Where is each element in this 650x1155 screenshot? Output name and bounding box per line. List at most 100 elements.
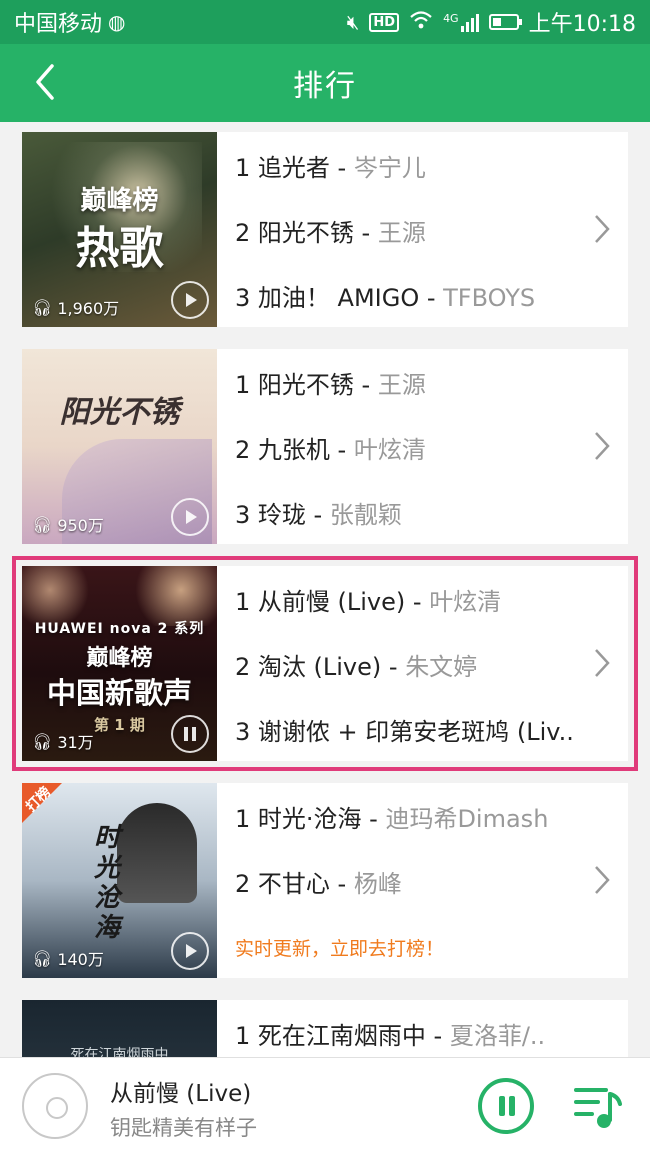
network-type: 4G <box>443 12 459 25</box>
now-playing-title: 从前慢 (Live) <box>110 1081 252 1107</box>
song-title: 3 谢谢侬 + 印第安老斑鸠 (Liv.. <box>235 718 574 746</box>
chevron-right-icon <box>595 649 610 677</box>
cover-title: 阳光不锈 <box>59 395 180 430</box>
song-row[interactable]: 1 阳光不锈 - 王源 <box>235 353 628 418</box>
play-count: 🎧︎ 31万 <box>32 729 94 753</box>
play-icon <box>186 944 197 958</box>
play-button[interactable] <box>171 281 209 319</box>
chart-card-hot-songs[interactable]: 巅峰榜 热歌 🎧︎ 1,960万 1 追光者 - 岑宁儿 2 阳光不锈 - 王源… <box>22 132 628 327</box>
headphones-icon: 🎧︎ <box>32 731 53 751</box>
song-title: 1 阳光不锈 <box>235 371 354 399</box>
play-button[interactable] <box>171 932 209 970</box>
song-artist: TFBOYS <box>443 284 536 312</box>
player-pause-button[interactable] <box>478 1078 534 1134</box>
battery-icon <box>488 14 522 30</box>
mute-icon: 🔇︎ <box>346 10 360 34</box>
signal-icon: 4G <box>443 12 479 32</box>
song-row[interactable]: 1 死在江南烟雨中 - 夏洛菲/.. <box>235 1004 628 1057</box>
song-title: 3 加油！ AMIGO <box>235 284 420 312</box>
song-title: 1 死在江南烟雨中 <box>235 1022 426 1050</box>
mini-player[interactable]: 从前慢 (Live) 钥匙精美有样子 <box>0 1057 650 1155</box>
song-artist: 杨峰 <box>353 870 402 898</box>
play-count-value: 31万 <box>57 733 94 752</box>
pause-button[interactable] <box>171 715 209 753</box>
song-row[interactable]: 1 时光·沧海 - 迪玛希Dimash <box>235 787 628 852</box>
song-list: 1 死在江南烟雨中 - 夏洛菲/.. <box>217 1000 628 1057</box>
cover-title: 中国新歌声 <box>46 676 192 710</box>
song-row[interactable]: 3 谢谢侬 + 印第安老斑鸠 (Liv.. <box>235 700 628 765</box>
song-title: 1 从前慢 (Live) <box>235 588 406 616</box>
chevron-right-icon <box>595 215 610 243</box>
status-bar: 中国移动 ◍ 🔇︎ HD 4G 上午10:18 <box>0 0 650 44</box>
chart-card-vote[interactable]: 打榜 时光沧海 🎧︎ 140万 1 时光·沧海 - 迪玛希Dimash 2 不甘… <box>22 783 628 978</box>
hd-badge: HD <box>369 12 400 32</box>
song-row[interactable]: 3 玲珑 - 张靓颖 <box>235 483 628 548</box>
carrier: 中国移动 ◍ <box>14 6 125 38</box>
chart-cover: HUAWEI nova 2 系列 巅峰榜 中国新歌声 第 1 期 🎧︎ 31万 <box>22 566 217 761</box>
pause-icon <box>184 727 196 741</box>
headphones-icon: 🎧︎ <box>32 297 53 317</box>
app-header: 排行 <box>0 44 650 122</box>
chart-list[interactable]: 巅峰榜 热歌 🎧︎ 1,960万 1 追光者 - 岑宁儿 2 阳光不锈 - 王源… <box>0 122 650 1057</box>
song-row[interactable]: 2 不甘心 - 杨峰 <box>235 852 628 917</box>
song-artist: 王源 <box>377 371 426 399</box>
cover-title: 时光沧海 <box>94 823 121 943</box>
song-row[interactable]: 3 加油！ AMIGO - TFBOYS <box>235 266 628 331</box>
playlist-icon[interactable] <box>572 1082 624 1132</box>
song-artist: 迪玛希Dimash <box>385 805 549 833</box>
play-count: 🎧︎ 1,960万 <box>32 295 119 319</box>
song-list: 1 从前慢 (Live) - 叶炫清 2 淘汰 (Live) - 朱文婷 3 谢… <box>217 566 628 761</box>
chart-cover: 死在江南烟雨中 <box>22 1000 217 1057</box>
back-button[interactable] <box>28 62 68 102</box>
song-row[interactable]: 2 九张机 - 叶炫清 <box>235 418 628 483</box>
chart-cover: 阳光不锈 🎧︎ 950万 <box>22 349 217 544</box>
song-title: 2 九张机 <box>235 436 330 464</box>
chevron-right-icon <box>595 866 610 894</box>
clock: 上午10:18 <box>528 12 636 37</box>
cover-brand: HUAWEI nova 2 系列 <box>34 621 205 637</box>
play-button[interactable] <box>171 498 209 536</box>
song-title: 3 玲珑 <box>235 501 306 529</box>
song-list: 1 阳光不锈 - 王源 2 九张机 - 叶炫清 3 玲珑 - 张靓颖 <box>217 349 628 544</box>
now-playing-subtitle: 钥匙精美有样子 <box>110 1116 257 1140</box>
chart-card-jiangnan[interactable]: 死在江南烟雨中 1 死在江南烟雨中 - 夏洛菲/.. <box>22 1000 628 1057</box>
song-row[interactable]: 1 从前慢 (Live) - 叶炫清 <box>235 570 628 635</box>
song-title: 2 淘汰 (Live) <box>235 653 382 681</box>
cover-subtitle: 巅峰榜 <box>86 646 153 671</box>
song-artist: 叶炫清 <box>429 588 502 616</box>
chart-card-sunshine[interactable]: 阳光不锈 🎧︎ 950万 1 阳光不锈 - 王源 2 九张机 - 叶炫清 3 玲… <box>22 349 628 544</box>
play-count: 🎧︎ 140万 <box>32 946 104 970</box>
play-count-value: 140万 <box>57 950 104 969</box>
page-title: 排行 <box>293 69 357 104</box>
chart-cover: 打榜 时光沧海 🎧︎ 140万 <box>22 783 217 978</box>
song-artist: 夏洛菲/.. <box>449 1022 546 1050</box>
song-title: 2 阳光不锈 <box>235 219 354 247</box>
song-artist: 叶炫清 <box>353 436 426 464</box>
play-icon <box>186 293 197 307</box>
song-artist: 王源 <box>377 219 426 247</box>
song-row[interactable]: 2 淘汰 (Live) - 朱文婷 <box>235 635 628 700</box>
song-list: 1 时光·沧海 - 迪玛希Dimash 2 不甘心 - 杨峰 实时更新，立即去打… <box>217 783 628 978</box>
song-artist: 张靓颖 <box>329 501 402 529</box>
song-title: 2 不甘心 <box>235 870 330 898</box>
play-icon <box>186 510 197 524</box>
album-disc-icon[interactable] <box>22 1073 88 1139</box>
play-count: 🎧︎ 950万 <box>32 512 104 536</box>
globe-icon: ◍ <box>108 10 126 34</box>
song-artist: 朱文婷 <box>405 653 478 681</box>
play-count-value: 1,960万 <box>57 299 120 318</box>
song-row[interactable]: 1 追光者 - 岑宁儿 <box>235 136 628 201</box>
chevron-left-icon <box>36 64 54 100</box>
song-title: 1 时光·沧海 <box>235 805 362 833</box>
play-count-value: 950万 <box>57 516 104 535</box>
song-title: 1 追光者 <box>235 154 330 182</box>
headphones-icon: 🎧︎ <box>32 514 53 534</box>
chevron-right-icon <box>595 432 610 460</box>
wifi-icon <box>409 10 433 35</box>
chart-cover: 巅峰榜 热歌 🎧︎ 1,960万 <box>22 132 217 327</box>
song-row[interactable]: 2 阳光不锈 - 王源 <box>235 201 628 266</box>
vote-promo-link[interactable]: 实时更新，立即去打榜！ <box>235 917 628 982</box>
chart-card-new-voice[interactable]: HUAWEI nova 2 系列 巅峰榜 中国新歌声 第 1 期 🎧︎ 31万 … <box>12 556 638 771</box>
cover-title: 热歌 <box>75 223 164 274</box>
headphones-icon: 🎧︎ <box>32 948 53 968</box>
